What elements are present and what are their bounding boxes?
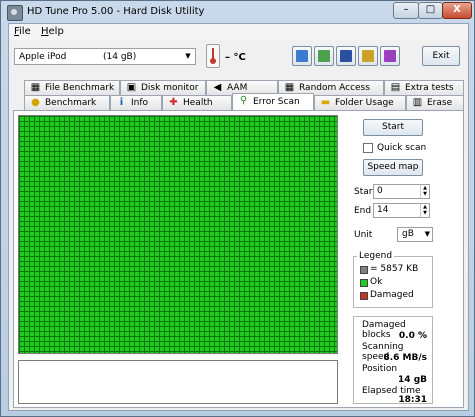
spinner-icon[interactable]: ▲ ▼: [420, 204, 429, 217]
legend-damaged: Damaged: [370, 290, 414, 300]
save-icon: [340, 50, 352, 62]
tab-label: Disk monitor: [141, 83, 199, 93]
spinner-icon[interactable]: ▲ ▼: [420, 185, 429, 198]
block-map: [18, 115, 338, 354]
unit-label: Unit: [354, 230, 373, 240]
benchmark-icon: ●: [31, 97, 40, 108]
error-scan-panel: Start Quick scan Speed map Start 0 ▲ ▼ End…: [13, 110, 464, 408]
damaged-swatch-icon: [360, 292, 368, 300]
position-label: Position: [362, 364, 398, 374]
tab-label: Erase: [427, 98, 453, 108]
tab-extra-tests[interactable]: ▤ Extra tests: [384, 80, 464, 95]
app-window: HD Tune Pro 5.00 - Hard Disk Utility – □…: [0, 0, 475, 417]
end-label: End: [354, 206, 372, 216]
title-bar[interactable]: HD Tune Pro 5.00 - Hard Disk Utility – □…: [1, 1, 474, 23]
menu-help-accel: H: [41, 26, 49, 37]
options-button[interactable]: [358, 46, 378, 66]
start-value: 0: [377, 186, 383, 196]
tab-folder-usage[interactable]: ▬ Folder Usage: [314, 95, 406, 110]
extra-tests-icon: ▤: [390, 82, 401, 93]
speaker-icon: ◀: [213, 82, 222, 93]
tab-erase[interactable]: ▥ Erase: [406, 95, 464, 110]
download-icon: [384, 50, 396, 62]
toolbar: Apple iPod (14 gB) ▼ – °C Exit: [9, 40, 468, 72]
start-button[interactable]: Start: [363, 119, 423, 136]
drive-size: (14 gB): [103, 52, 137, 62]
speed-map-button[interactable]: Speed map: [363, 159, 423, 176]
tab-label: File Benchmark: [45, 83, 115, 93]
random-access-icon: ▦: [284, 82, 295, 93]
download-button[interactable]: [380, 46, 400, 66]
client-area: File Help Apple iPod (14 gB) ▼ – °C Exit…: [8, 23, 469, 411]
drive-select[interactable]: Apple iPod (14 gB) ▼: [14, 48, 196, 65]
drive-name: Apple iPod: [19, 52, 67, 62]
scanning-speed-value: 8.6 MB/s: [383, 353, 427, 363]
start-input[interactable]: 0 ▲ ▼: [373, 184, 430, 199]
unit-value: gB: [402, 229, 414, 239]
thermometer-icon: [206, 44, 220, 68]
tab-error-scan[interactable]: ⚲ Error Scan: [232, 93, 314, 110]
legend-ok: Ok: [370, 277, 383, 287]
menu-help[interactable]: Help: [41, 26, 64, 37]
elapsed-time-value: 18:31: [398, 395, 427, 405]
tab-label: Extra tests: [405, 83, 454, 93]
close-button[interactable]: X: [442, 2, 472, 19]
chevron-down-icon: ▼: [185, 52, 191, 60]
temperature-value: – °C: [225, 52, 246, 63]
window-title: HD Tune Pro 5.00 - Hard Disk Utility: [27, 6, 205, 17]
tab-info[interactable]: i Info: [110, 95, 162, 110]
maximize-button[interactable]: □: [418, 2, 443, 19]
stats-panel: Damaged blocks 0.0 % Scanning speed 8.6 …: [353, 316, 433, 405]
legend-block-size: = 5857 KB: [370, 264, 419, 274]
tab-file-benchmark[interactable]: ▦ File Benchmark: [24, 80, 120, 95]
chevron-down-icon: ▼: [424, 230, 430, 238]
tab-label: Folder Usage: [335, 98, 394, 108]
info-copy-button[interactable]: [292, 46, 312, 66]
position-value: 14 gB: [398, 375, 427, 385]
folder-icon: ▬: [320, 97, 331, 108]
copy-screenshot-icon: [318, 50, 330, 62]
tab-label: Benchmark: [45, 98, 97, 108]
tab-benchmark[interactable]: ● Benchmark: [24, 95, 110, 110]
ok-swatch-icon: [360, 279, 368, 287]
menu-help-label: elp: [48, 26, 64, 37]
disk-monitor-icon: ▣: [126, 82, 137, 93]
unit-select[interactable]: gB ▼: [397, 227, 433, 242]
minimize-button[interactable]: –: [393, 2, 419, 19]
quick-scan-label: Quick scan: [377, 143, 427, 153]
tab-disk-monitor[interactable]: ▣ Disk monitor: [120, 80, 206, 95]
quick-scan-checkbox[interactable]: [363, 143, 373, 153]
legend-group: Legend = 5857 KB Ok Damaged: [353, 251, 433, 308]
tab-label: Health: [183, 98, 213, 108]
menu-file[interactable]: File: [14, 26, 31, 37]
app-disk-icon: [7, 5, 23, 21]
magnifier-icon: ⚲: [239, 95, 248, 106]
health-cross-icon: ✚: [169, 97, 178, 108]
info-icon: i: [119, 97, 124, 108]
options-icon: [362, 50, 374, 62]
end-input[interactable]: 14 ▲ ▼: [373, 203, 430, 218]
block-swatch-icon: [360, 266, 368, 274]
end-value: 14: [377, 205, 389, 215]
tab-health[interactable]: ✚ Health: [162, 95, 232, 110]
erase-icon: ▥: [412, 97, 423, 108]
tab-label: Error Scan: [253, 97, 300, 107]
info-copy-icon: [296, 50, 308, 62]
exit-button[interactable]: Exit: [422, 46, 460, 66]
file-benchmark-icon: ▦: [30, 82, 41, 93]
log-box[interactable]: [18, 360, 338, 404]
copy-screenshot-button[interactable]: [314, 46, 334, 66]
legend-title: Legend: [357, 251, 395, 261]
menu-file-label: ile: [19, 26, 31, 37]
damaged-blocks-value: 0.0 %: [398, 331, 427, 341]
menu-bar: File Help: [9, 24, 468, 40]
save-button[interactable]: [336, 46, 356, 66]
tab-label: Info: [131, 98, 149, 108]
